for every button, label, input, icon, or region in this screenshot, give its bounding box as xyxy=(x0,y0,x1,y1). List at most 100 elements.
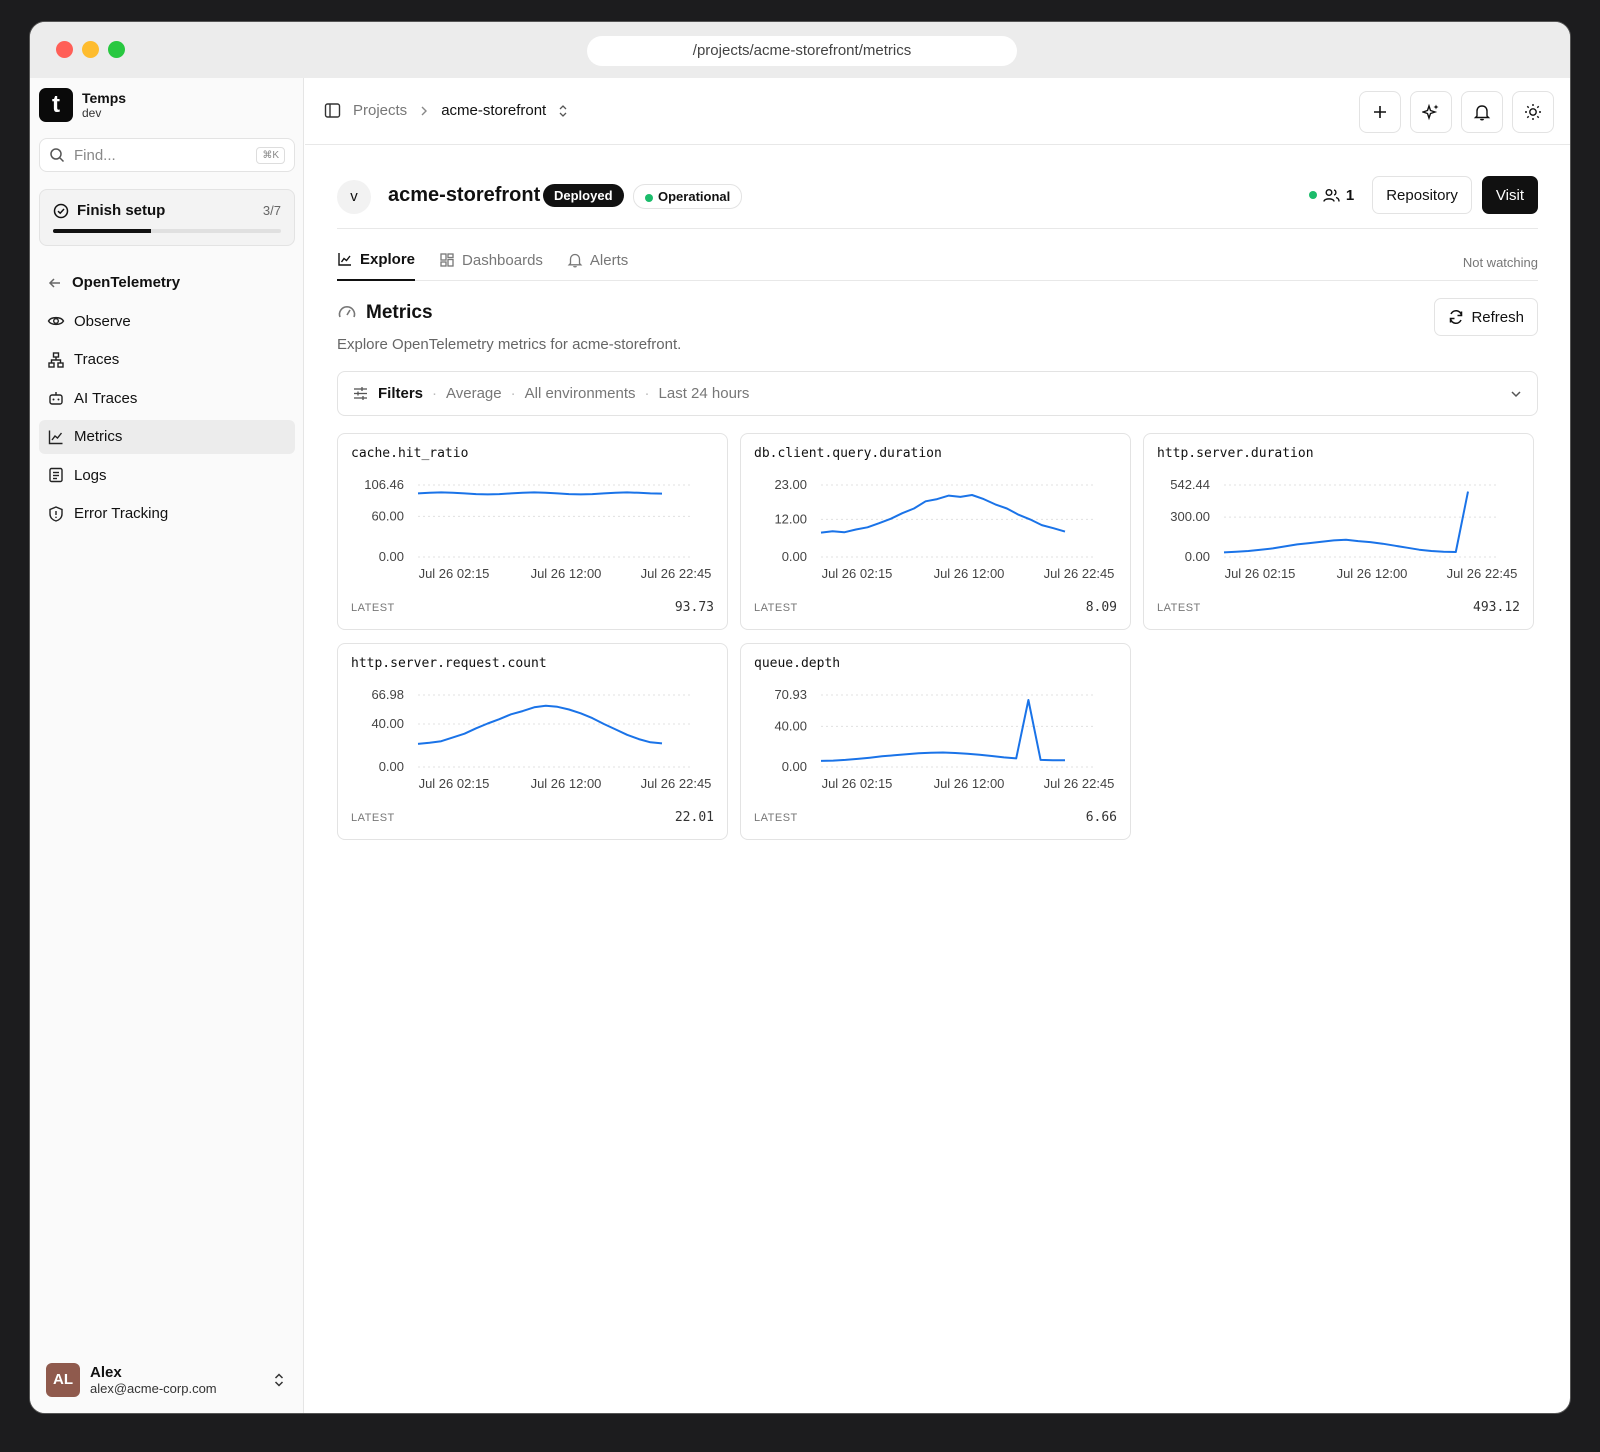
eye-icon xyxy=(47,316,65,326)
zoom-window-button[interactable] xyxy=(108,41,125,58)
sidebar-item-metrics[interactable]: Metrics xyxy=(39,419,295,454)
url-bar[interactable]: /projects/acme-storefront/metrics xyxy=(587,36,1017,66)
trace-tree-icon xyxy=(48,351,64,368)
search-icon xyxy=(50,148,65,163)
metric-name: queue.depth xyxy=(754,656,841,671)
watch-status[interactable]: Not watching xyxy=(1463,255,1538,270)
x-tick-label: Jul 26 22:45 xyxy=(641,776,712,791)
line-chart-icon xyxy=(48,430,63,444)
close-window-button[interactable] xyxy=(56,41,73,58)
workspace-switcher[interactable]: t Temps dev xyxy=(39,88,126,122)
metric-name: cache.hit_ratio xyxy=(351,446,469,461)
sidebar-item-label: Metrics xyxy=(74,428,123,445)
project-avatar: v xyxy=(337,180,371,214)
series-line xyxy=(417,491,663,496)
gauge-icon xyxy=(338,306,356,318)
metrics-header: Metrics Explore OpenTelemetry metrics fo… xyxy=(337,281,1538,371)
filter-time-range: Last 24 hours xyxy=(658,385,750,402)
tab-label: Alerts xyxy=(589,251,629,269)
search-input[interactable]: Find... ⌘K xyxy=(39,138,295,172)
sidebar: t Temps dev Find... ⌘K Finish setup 3/7 … xyxy=(30,78,304,1413)
breadcrumb: Projects acme-storefront xyxy=(324,102,568,119)
y-tick-label: 60.00 xyxy=(371,508,404,523)
sidebar-toggle-icon[interactable] xyxy=(324,102,341,119)
tab-explore[interactable]: Explore xyxy=(337,229,416,281)
visit-button[interactable]: Visit xyxy=(1481,176,1538,214)
logs-icon xyxy=(49,467,63,483)
sidebar-item-traces[interactable]: Traces xyxy=(39,343,295,377)
section-title: OpenTelemetry xyxy=(72,274,181,291)
series-line xyxy=(820,699,1065,762)
sidebar-item-observe[interactable]: Observe xyxy=(39,304,295,338)
arrow-left-icon xyxy=(48,277,60,288)
viewers-indicator[interactable]: 1 xyxy=(1301,187,1362,204)
chevron-up-down-icon xyxy=(274,1373,284,1387)
y-tick-label: 0.00 xyxy=(379,549,404,564)
x-tick-label: Jul 26 02:15 xyxy=(822,776,893,791)
metric-grid: cache.hit_ratio 106.46 60.00 0.00 Jul 26 02:… xyxy=(337,433,1538,840)
create-button[interactable] xyxy=(1359,91,1401,133)
metrics-title-text: Metrics xyxy=(366,302,433,323)
refresh-button[interactable]: Refresh xyxy=(1434,298,1538,336)
breadcrumb-current-project[interactable]: acme-storefront xyxy=(441,102,546,119)
search-placeholder: Find... xyxy=(74,146,116,164)
separator: · xyxy=(644,385,650,402)
setup-label: Finish setup xyxy=(77,202,166,219)
brand-env: dev xyxy=(82,106,102,120)
latest-value: 6.66 xyxy=(1085,810,1117,825)
project-tabs: Explore Dashboards Alerts Not watching xyxy=(337,229,1538,281)
finish-setup-card[interactable]: Finish setup 3/7 xyxy=(39,189,295,246)
metric-card[interactable]: http.server.duration 542.44 300.00 0.00 Jul … xyxy=(1143,433,1534,630)
tab-dashboards[interactable]: Dashboards xyxy=(439,229,543,281)
metric-card[interactable]: http.server.request.count 66.98 40.00 0.00 J… xyxy=(337,643,728,840)
breadcrumb-projects[interactable]: Projects xyxy=(353,102,407,119)
metrics-subtitle: Explore OpenTelemetry metrics for acme-s… xyxy=(337,336,682,353)
metric-chart: 542.44 300.00 0.00 Jul 26 02:15 Jul 26 12:00… xyxy=(1170,477,1517,581)
line-chart-icon xyxy=(338,253,351,266)
filters-label: Filters xyxy=(378,385,424,402)
metric-card[interactable]: db.client.query.duration 23.00 12.00 0.00 Ju… xyxy=(740,433,1131,630)
filter-environment: All environments xyxy=(524,385,636,402)
dashboard-grid-icon xyxy=(440,253,454,267)
sidebar-item-label: Traces xyxy=(74,351,120,368)
chevron-up-down-icon[interactable] xyxy=(558,104,568,118)
metric-chart: 23.00 12.00 0.00 Jul 26 02:15 Jul 26 12:00 Ju… xyxy=(774,477,1115,581)
tab-alerts[interactable]: Alerts xyxy=(567,229,628,281)
sidebar-item-logs[interactable]: Logs xyxy=(39,458,295,492)
x-tick-label: Jul 26 12:00 xyxy=(934,566,1005,581)
filters-bar[interactable]: Filters · Average · All environments · L… xyxy=(337,371,1538,416)
y-tick-label: 12.00 xyxy=(774,511,807,526)
browser-window: /projects/acme-storefront/metrics t Temp… xyxy=(29,21,1571,1414)
top-actions xyxy=(1359,91,1554,133)
window-controls xyxy=(56,41,125,58)
top-bar: Projects acme-storefront xyxy=(305,78,1570,145)
bell-icon xyxy=(1473,105,1491,121)
metric-card[interactable]: cache.hit_ratio 106.46 60.00 0.00 Jul 26 02:… xyxy=(337,433,728,630)
setup-count: 3/7 xyxy=(262,203,281,218)
y-tick-label: 40.00 xyxy=(774,718,807,733)
theme-toggle-button[interactable] xyxy=(1512,91,1554,133)
x-tick-label: Jul 26 22:45 xyxy=(641,566,712,581)
back-to-opentelemetry[interactable]: OpenTelemetry xyxy=(47,274,180,291)
notifications-button[interactable] xyxy=(1461,91,1503,133)
metric-name: http.server.duration xyxy=(1157,446,1314,461)
y-tick-label: 542.44 xyxy=(1170,477,1210,492)
user-menu[interactable]: AL Alex alex@acme-corp.com xyxy=(46,1363,286,1397)
sidebar-item-ai-traces[interactable]: AI Traces xyxy=(39,381,295,415)
latest-label: LATEST xyxy=(754,602,798,614)
ai-assistant-button[interactable] xyxy=(1410,91,1452,133)
metric-chart: 106.46 60.00 0.00 Jul 26 02:15 Jul 26 12:00 J… xyxy=(364,477,712,581)
user-name: Alex xyxy=(90,1364,122,1381)
refresh-label: Refresh xyxy=(1471,308,1524,326)
bell-icon xyxy=(567,253,583,268)
x-tick-label: Jul 26 22:45 xyxy=(1044,566,1115,581)
sidebar-item-error-tracking[interactable]: Error Tracking xyxy=(39,497,295,531)
latest-label: LATEST xyxy=(1157,602,1201,614)
repository-button[interactable]: Repository xyxy=(1372,176,1472,214)
minimize-window-button[interactable] xyxy=(82,41,99,58)
metric-card[interactable]: queue.depth 70.93 40.00 0.00 Jul 26 02:15 Jul… xyxy=(740,643,1131,840)
sidebar-item-label: Logs xyxy=(74,466,107,484)
title-bar: /projects/acme-storefront/metrics xyxy=(30,22,1570,78)
latest-label: LATEST xyxy=(351,602,395,614)
latest-label: LATEST xyxy=(351,812,395,824)
